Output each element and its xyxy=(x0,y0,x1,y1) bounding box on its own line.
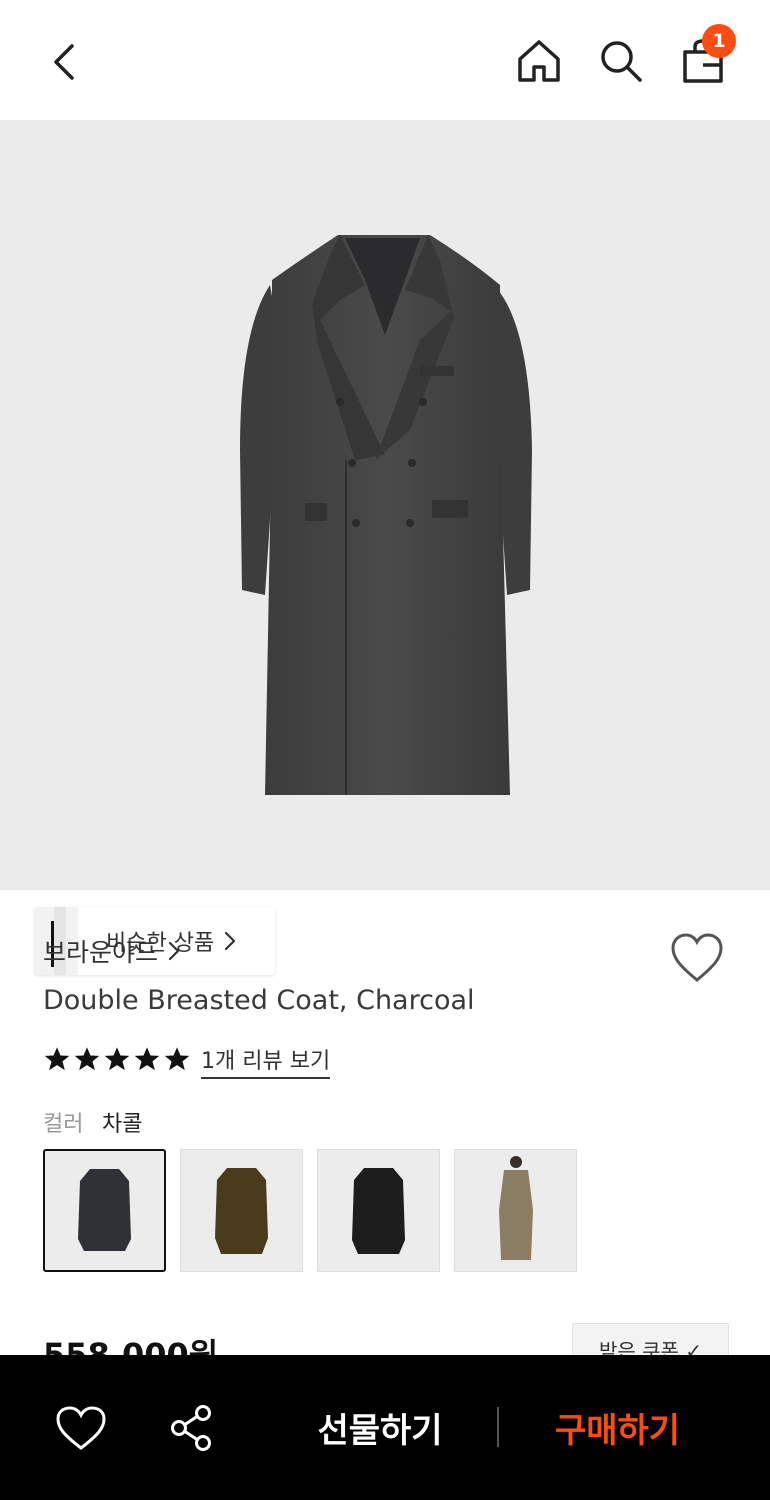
coat-illustration xyxy=(240,235,532,795)
chevron-right-icon xyxy=(225,931,236,951)
buy-button[interactable]: 구매하기 xyxy=(525,1395,710,1459)
heart-icon xyxy=(56,1406,106,1450)
color-swatch-black[interactable] xyxy=(317,1149,440,1272)
home-button[interactable] xyxy=(512,34,566,88)
home-icon xyxy=(518,40,560,82)
chevron-left-icon xyxy=(54,44,74,80)
coat-thumb-icon xyxy=(352,1168,405,1254)
share-icon xyxy=(171,1405,211,1451)
star-icon xyxy=(134,1047,160,1071)
color-swatch-brown[interactable] xyxy=(180,1149,303,1272)
back-button[interactable] xyxy=(36,35,90,89)
search-button[interactable] xyxy=(594,34,648,88)
bottom-wishlist-button[interactable] xyxy=(52,1404,110,1452)
top-header: 1 xyxy=(0,0,770,120)
divider xyxy=(497,1407,499,1447)
review-link[interactable]: 1개 리뷰 보기 xyxy=(201,1043,331,1079)
cart-count-badge: 1 xyxy=(702,24,736,58)
product-title: Double Breasted Coat, Charcoal xyxy=(43,985,475,1016)
search-icon xyxy=(601,41,642,82)
star-icon xyxy=(74,1047,100,1071)
brand-link[interactable]: 브라운야드 xyxy=(43,933,180,969)
product-image[interactable]: 비슷한 상품 xyxy=(0,120,770,975)
star-icon xyxy=(164,1047,190,1071)
bottom-action-bar: 선물하기 구매하기 xyxy=(0,1355,770,1500)
color-label: 컬러 xyxy=(43,1112,84,1137)
chevron-right-icon xyxy=(168,941,180,961)
heart-icon xyxy=(671,933,723,982)
color-value: 차콜 xyxy=(102,1112,143,1137)
color-swatch-beige[interactable] xyxy=(454,1149,577,1272)
color-swatch-charcoal[interactable] xyxy=(43,1149,166,1272)
gift-button[interactable]: 선물하기 xyxy=(290,1395,470,1459)
brand-name: 브라운야드 xyxy=(43,938,159,967)
star-icon xyxy=(44,1047,70,1071)
coat-thumb-icon xyxy=(215,1168,268,1254)
model-thumb-icon xyxy=(499,1156,533,1260)
share-button[interactable] xyxy=(166,1402,218,1454)
coat-thumb-icon xyxy=(78,1169,131,1251)
wishlist-button[interactable] xyxy=(668,930,726,986)
rating-stars xyxy=(43,1045,191,1073)
star-icon xyxy=(104,1047,130,1071)
